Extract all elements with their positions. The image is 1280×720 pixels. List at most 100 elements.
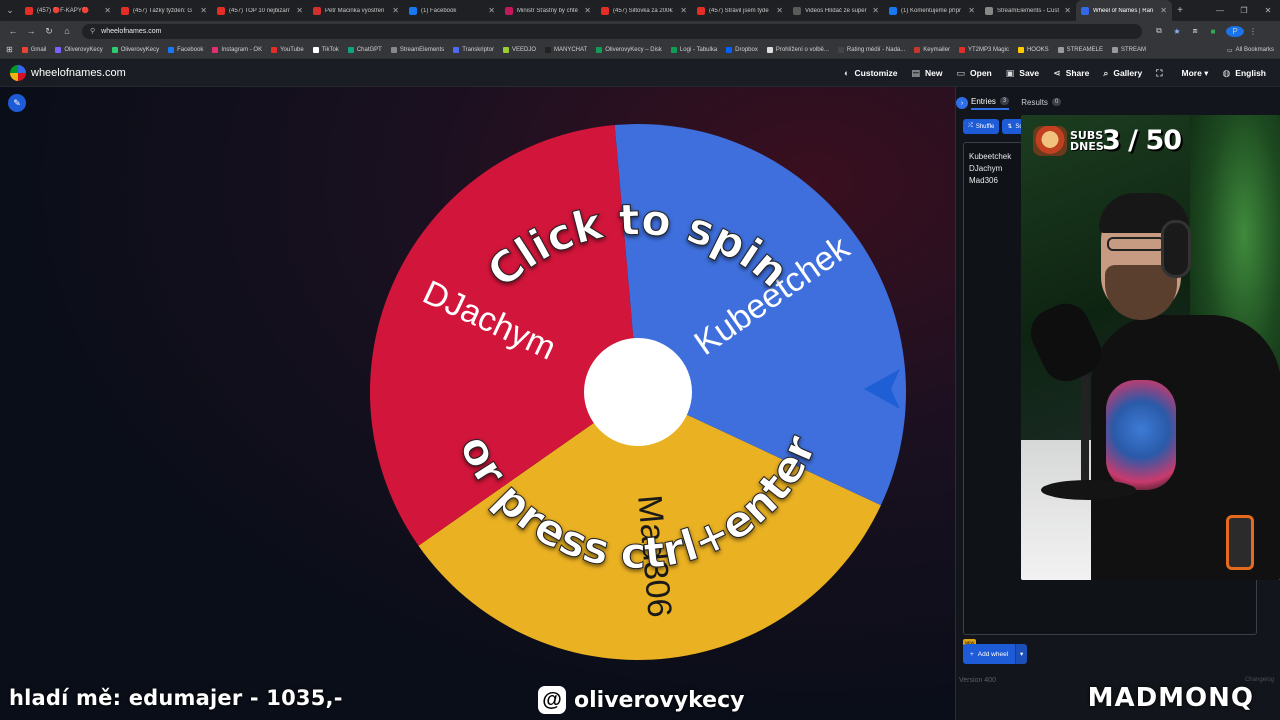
tab-entries[interactable]: Entries 3 bbox=[971, 97, 1010, 110]
bookmark-favicon-icon bbox=[726, 46, 733, 53]
bookmark-item[interactable]: Logi - Tabulka bbox=[670, 46, 717, 53]
bookmark-favicon-icon bbox=[312, 46, 319, 53]
bookmark-item[interactable]: Transkriptor bbox=[453, 46, 494, 53]
bookmark-item[interactable]: ChatGPT bbox=[347, 46, 382, 53]
nav-open-button[interactable]: ▭ Open bbox=[957, 68, 992, 79]
collapse-panel-icon[interactable]: › bbox=[956, 97, 968, 109]
bookmark-item[interactable]: STREAMELE bbox=[1057, 46, 1103, 53]
tab-close-icon[interactable]: ✕ bbox=[296, 6, 303, 15]
bookmark-list: Gmail OliverovyKecy OliverovyKecy Facebook I… bbox=[21, 46, 1155, 53]
bookmark-item[interactable]: Instagram - OK bbox=[212, 46, 262, 53]
bookmark-favicon-icon bbox=[453, 46, 460, 53]
bookmark-item[interactable]: STREAM bbox=[1111, 46, 1146, 53]
all-bookmarks[interactable]: ▭ All Bookmarks bbox=[1227, 41, 1274, 58]
bookmark-item[interactable]: OliverovyKecy bbox=[111, 46, 160, 53]
bookmark-item[interactable]: Dropbox bbox=[726, 46, 758, 53]
browser-tab[interactable]: StreamElements - Cust ✕ bbox=[980, 0, 1076, 21]
browser-tab[interactable]: (1) Komentujeme přípr ✕ bbox=[884, 0, 980, 21]
tab-close-icon[interactable]: ✕ bbox=[872, 6, 879, 15]
bookmark-item[interactable]: Keymailer bbox=[914, 46, 950, 53]
tab-search-icon[interactable]: ⌄ bbox=[0, 0, 20, 21]
forward-icon[interactable]: → bbox=[22, 26, 40, 36]
tab-close-icon[interactable]: ✕ bbox=[584, 6, 591, 15]
close-window-icon[interactable]: ✕ bbox=[1256, 6, 1280, 15]
shuffle-button[interactable]: ⤮ Shuffle bbox=[963, 119, 1000, 134]
bookmark-item[interactable]: HOOKS bbox=[1017, 46, 1049, 53]
nav-gallery-button[interactable]: ⌕ Gallery bbox=[1103, 68, 1142, 79]
home-icon[interactable]: ⌂ bbox=[58, 26, 76, 36]
apps-icon[interactable]: ⊞ bbox=[6, 45, 13, 54]
bookmark-label: ChatGPT bbox=[356, 46, 382, 53]
headphones bbox=[1161, 220, 1191, 278]
browser-tab[interactable]: Videos Hlídač ze super ✕ bbox=[788, 0, 884, 21]
maximize-icon[interactable]: ❐ bbox=[1232, 6, 1256, 15]
tab-close-icon[interactable]: ✕ bbox=[488, 6, 495, 15]
back-icon[interactable]: ← bbox=[4, 26, 22, 36]
tab-close-icon[interactable]: ✕ bbox=[776, 6, 783, 15]
browser-tab[interactable]: (457) TOP 10 nejbizarr ✕ bbox=[212, 0, 308, 21]
nav-new-button[interactable]: ▤ New bbox=[912, 68, 943, 79]
bookmark-item[interactable]: Facebook bbox=[168, 46, 203, 53]
add-wheel-dropdown-icon[interactable]: ▾ bbox=[1015, 644, 1028, 664]
add-wheel-button[interactable]: + Add wheel ▾ bbox=[963, 644, 1028, 664]
tab-close-icon[interactable]: ✕ bbox=[392, 6, 399, 15]
tab-close-icon[interactable]: ✕ bbox=[1064, 6, 1071, 15]
profile-avatar[interactable]: P bbox=[1226, 25, 1244, 37]
tab-results[interactable]: Results 0 bbox=[1021, 98, 1062, 109]
site-info-icon[interactable]: ⚲ bbox=[90, 27, 95, 35]
site-name[interactable]: wheelofnames.com bbox=[31, 67, 126, 79]
browser-tab-strip: ⌄ (457) 🔴F-KAPY🔴 ✕ (457) Ťažký týždeň: G ✕(… bbox=[0, 0, 1280, 21]
bookmark-item[interactable]: OliverovyKecy – Disk bbox=[596, 46, 662, 53]
bookmark-item[interactable]: Rating médií - Nada... bbox=[837, 46, 905, 53]
nav-save-button[interactable]: ▣ Save bbox=[1006, 68, 1039, 79]
nav-more-button[interactable]: More ▾ bbox=[1182, 68, 1209, 79]
browser-tab[interactable]: (457) Ťažký týždeň: G ✕ bbox=[116, 0, 212, 21]
sort-icon: ⇅ bbox=[1007, 124, 1013, 130]
bookmark-item[interactable]: YouTube bbox=[271, 46, 304, 53]
browser-tab[interactable]: (457) 🔴F-KAPY🔴 ✕ bbox=[20, 0, 116, 21]
bookmark-item[interactable]: StreamElements bbox=[390, 46, 444, 53]
add-wheel-main[interactable]: + Add wheel bbox=[963, 644, 1016, 664]
minimize-icon[interactable]: — bbox=[1208, 6, 1232, 15]
bookmark-favicon-icon bbox=[168, 46, 175, 53]
browser-menu-icon[interactable]: ⋮ bbox=[1244, 27, 1262, 36]
new-tab-icon[interactable]: + bbox=[1172, 5, 1188, 16]
extensions-icon[interactable]: ⧈ bbox=[1186, 26, 1204, 36]
bookmark-item[interactable]: YT2MP3 Magic bbox=[958, 46, 1009, 53]
bookmark-item[interactable]: Gmail bbox=[21, 46, 46, 53]
bookmark-label: OliverovyKecy bbox=[120, 46, 160, 53]
tab-close-icon[interactable]: ✕ bbox=[200, 6, 207, 15]
bookmark-item[interactable]: OliverovyKecy bbox=[55, 46, 103, 53]
tab-close-icon[interactable]: ✕ bbox=[968, 6, 975, 15]
extension-green-icon[interactable]: ■ bbox=[1204, 27, 1222, 36]
tab-close-icon[interactable]: ✕ bbox=[680, 6, 687, 15]
browser-tab[interactable]: Wheel of Names | Ran ✕ bbox=[1076, 0, 1172, 21]
nav-label: Share bbox=[1065, 68, 1090, 78]
url-field[interactable]: ⚲ wheelofnames.com bbox=[82, 23, 1142, 39]
tab-title: (1) Komentujeme přípr bbox=[901, 7, 962, 14]
browser-tab[interactable]: Ministr Šťastný by chtě ✕ bbox=[500, 0, 596, 21]
tab-favicon-icon bbox=[409, 6, 417, 15]
browser-tab[interactable]: (1) Facebook ✕ bbox=[404, 0, 500, 21]
nav-share-button[interactable]: ⋖ Share bbox=[1053, 68, 1089, 79]
wheel-logo-icon[interactable] bbox=[10, 64, 26, 81]
nav-customize-button[interactable]: ◐ Customize bbox=[844, 68, 897, 78]
tab-title: Videos Hlídač ze super bbox=[805, 7, 867, 14]
translate-icon[interactable]: ⧉ bbox=[1150, 26, 1168, 36]
wheel-center-hub[interactable] bbox=[584, 338, 692, 446]
nav-english-button[interactable]: ◍ English bbox=[1222, 68, 1266, 79]
bookmark-item[interactable]: VEEDJO bbox=[502, 46, 536, 53]
browser-tab[interactable]: (457) Strávil jsem týde ✕ bbox=[692, 0, 788, 21]
browser-tab[interactable]: Petr Macinka vyostřen ✕ bbox=[308, 0, 404, 21]
bookmark-item[interactable]: MANYCHAT bbox=[545, 46, 587, 53]
nav-fullscreen-button[interactable]: ⛶ bbox=[1156, 68, 1167, 79]
bookmark-item[interactable]: TikTok bbox=[312, 46, 339, 53]
bookmark-star-icon[interactable]: ★ bbox=[1168, 27, 1186, 36]
reload-icon[interactable]: ↻ bbox=[40, 26, 58, 37]
edit-pencil-icon[interactable]: ✎ bbox=[8, 94, 26, 112]
bookmark-item[interactable]: Prohlížení o volbě... bbox=[766, 46, 829, 53]
spin-wheel[interactable]: KubeetchekMad306DJachymClick to spinor p… bbox=[368, 122, 908, 662]
browser-tab[interactable]: (457) Šiltovka za 200€ ✕ bbox=[596, 0, 692, 21]
tab-close-icon[interactable]: ✕ bbox=[104, 6, 111, 15]
tab-close-icon[interactable]: ✕ bbox=[1160, 6, 1167, 15]
